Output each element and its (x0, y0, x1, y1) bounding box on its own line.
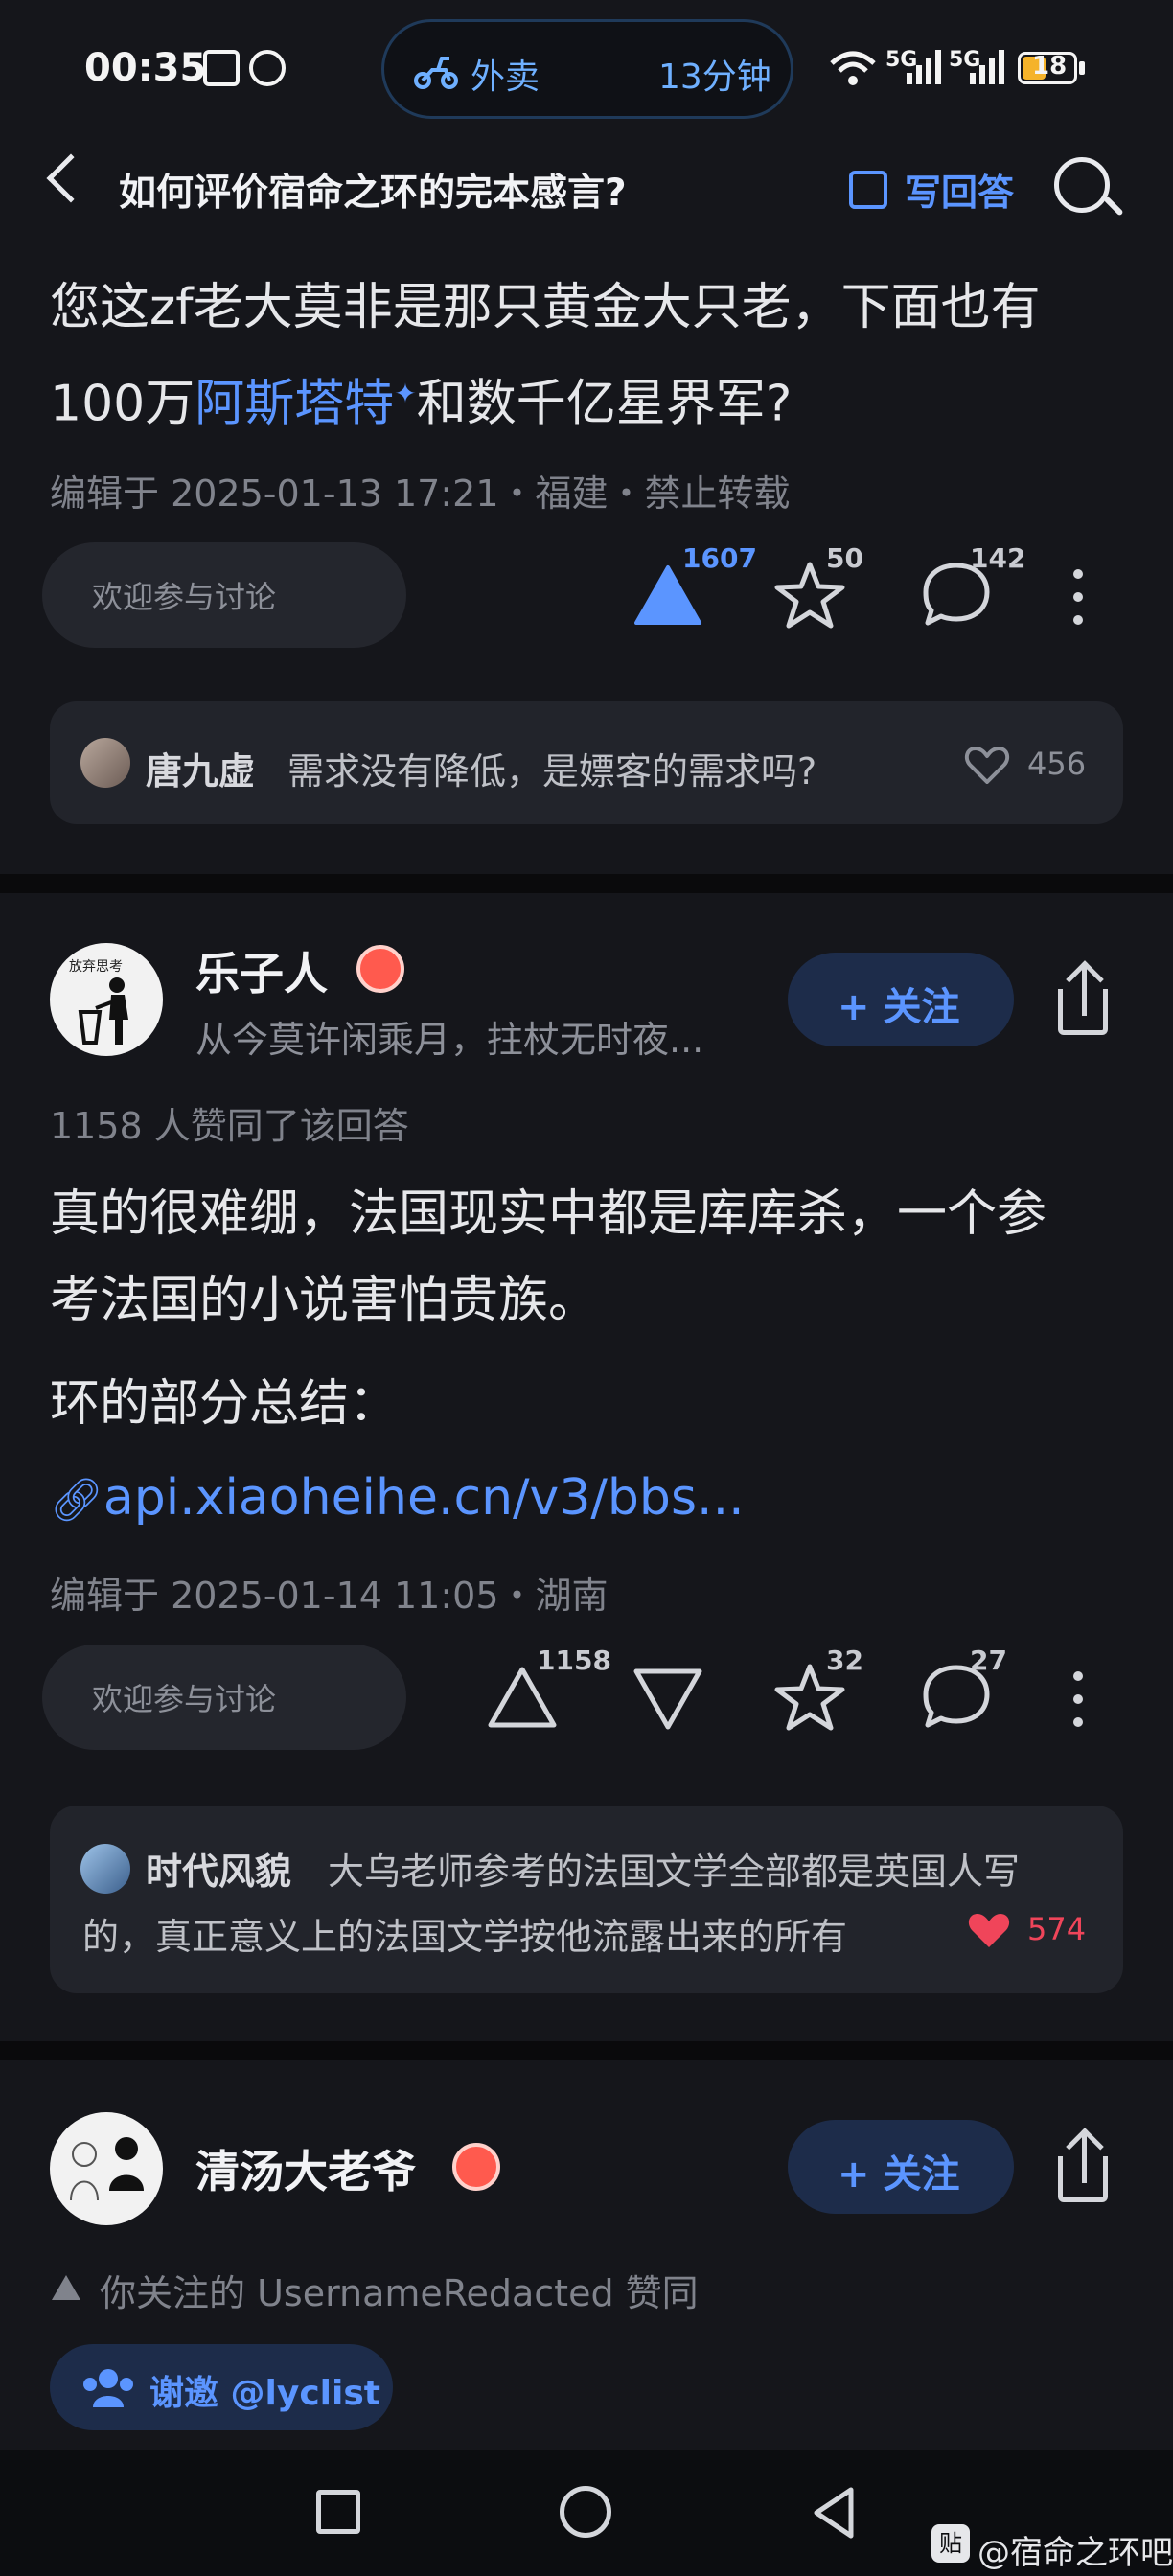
answer-1-comment-count: 142 (970, 542, 1026, 574)
commenter-avatar (80, 1844, 130, 1894)
comment-placeholder: 欢迎参与讨论 (92, 1681, 277, 1717)
follow-label: + 关注 (838, 2152, 960, 2196)
link-chain-icon: 🔗︎ (50, 1476, 104, 1525)
watermark-text: @宿命之环吧 (978, 2534, 1173, 2572)
answer-2-comment-input[interactable]: 欢迎参与讨论 (42, 1644, 406, 1750)
wifi-icon (830, 51, 876, 85)
recent-apps-button[interactable] (316, 2490, 360, 2534)
answer-2-favorite-count: 32 (826, 1644, 863, 1676)
avatar-figure-icon (109, 2137, 144, 2191)
external-link[interactable]: 🔗︎api.xiaoheihe.cn/v3/bbs... (50, 1455, 745, 1544)
avatar-sketch-icon (70, 2142, 99, 2201)
comment-text: 需求没有降低，是嫖客的需求吗? (288, 750, 817, 793)
scooter-icon (414, 57, 458, 89)
thumbs-up-badge-icon (356, 945, 404, 993)
astartes-link[interactable]: 阿斯塔特 (195, 375, 394, 432)
more-options-icon[interactable] (1073, 1671, 1083, 1740)
follow-button[interactable]: + 关注 (788, 953, 1014, 1046)
comment-text-line-2: 的，真正意义上的法国文学按他流露出来的所有 (82, 1916, 848, 1958)
external-link-text: api.xiaoheihe.cn/v3/bbs... (103, 1469, 745, 1527)
alarm-icon (249, 50, 286, 86)
author-bio: 从今莫许闲乘月，拄杖无时夜... (196, 1019, 704, 1061)
link-sparkle-icon: ✦ (394, 378, 417, 409)
more-options-icon[interactable] (1073, 569, 1083, 638)
comment-placeholder: 欢迎参与讨论 (92, 579, 277, 615)
followed-user-approval: 你关注的 UsernameRedacted 赞同 (100, 2272, 699, 2314)
answer-2-text-line-2: 考法国的小说害怕贵族。 (50, 1272, 599, 1329)
status-time: 00:35 (84, 46, 207, 90)
heart-filled-icon[interactable] (966, 1911, 1012, 1949)
edit-icon (849, 171, 887, 209)
search-icon[interactable] (1054, 157, 1110, 213)
answer-1-meta: 编辑于 2025-01-13 17:21・福建・禁止转载 (50, 472, 791, 515)
commenter-name: 唐九虚 (146, 750, 256, 793)
answer-2-featured-comment[interactable]: 时代风貌 大乌老师参考的法国文学全部都是英国人写 的，真正意义上的法国文学按他流… (50, 1806, 1123, 1993)
question-title[interactable]: 如何评价宿命之环的完本感言? (119, 163, 627, 217)
author-name[interactable]: 乐子人 (196, 939, 328, 1002)
section-divider (0, 874, 1173, 893)
commenter-name: 时代风貌 (146, 1851, 292, 1893)
battery-tip (1079, 61, 1085, 75)
signal-strength-2-icon (970, 50, 1004, 84)
answer-1-text-plain-2: 和数千亿星界军? (416, 375, 793, 433)
back-triangle-button[interactable] (809, 2484, 857, 2542)
tieba-badge-icon: 贴 (932, 2524, 970, 2563)
battery-percent: 18 (1032, 52, 1068, 80)
signal-strength-1-icon (907, 50, 941, 84)
answer-2-text-line-1: 真的很难绷，法国现实中都是库库杀，一个参 (50, 1185, 1047, 1243)
comment-like-count: 574 (1027, 1911, 1087, 1947)
back-arrow-icon[interactable] (46, 153, 96, 203)
search-icon-handle (1103, 196, 1124, 217)
answer-1-text-line-2: 100万阿斯塔特✦和数千亿星界军? (50, 351, 792, 447)
battery-icon: 18 (1018, 52, 1077, 84)
answer-2-comment-count: 27 (970, 1644, 1007, 1676)
answer-1-text-plain: 100万 (50, 375, 196, 433)
author-avatar[interactable]: 放弃思考 (50, 943, 163, 1056)
answer-2-meta: 编辑于 2025-01-14 11:05・湖南 (50, 1575, 609, 1617)
author-avatar[interactable] (50, 2112, 163, 2225)
answer-2-upvote-count: 1158 (537, 1644, 611, 1676)
answer-1-text-line-1: 您这zf老大莫非是那只黄金大只老，下面也有 (50, 279, 1041, 336)
invite-label: 谢邀 @lyclist (150, 2374, 380, 2413)
answer-1-upvote-count: 1607 (682, 542, 757, 574)
commenter-avatar (80, 738, 130, 788)
share-icon[interactable] (1058, 2128, 1112, 2206)
invite-people-icon (83, 2369, 133, 2407)
follow-button[interactable]: + 关注 (788, 2120, 1014, 2214)
answer-1-featured-comment[interactable]: 唐九虚 需求没有降低，是嫖客的需求吗? 456 (50, 702, 1123, 824)
share-icon[interactable] (1058, 960, 1112, 1039)
pill-label: 外卖 (471, 58, 540, 97)
answer-2-text-line-3: 环的部分总结： (50, 1375, 400, 1433)
pill-time: 13分钟 (658, 58, 771, 97)
heart-outline-icon[interactable] (964, 746, 1010, 784)
nfc-icon (203, 50, 240, 86)
comment-text-line-1: 大乌老师参考的法国文学全部都是英国人写 (328, 1851, 1021, 1893)
approval-count: 1158 人赞同了该回答 (50, 1105, 409, 1147)
answer-1-favorite-count: 50 (826, 542, 863, 574)
upvote-small-icon (52, 2275, 80, 2300)
home-button[interactable] (560, 2486, 611, 2538)
live-activity-pill[interactable]: 外卖 13分钟 (381, 19, 794, 119)
comment-like-count: 456 (1027, 746, 1087, 782)
downvote-icon[interactable] (632, 1668, 703, 1731)
invite-tag[interactable]: 谢邀 @lyclist (50, 2344, 393, 2430)
avatar-caption: 放弃思考 (69, 959, 123, 975)
avatar-figure-icon (78, 978, 128, 1045)
write-answer-button[interactable]: 写回答 (905, 163, 1014, 216)
section-divider (0, 2041, 1173, 2060)
answer-1-comment-input[interactable]: 欢迎参与讨论 (42, 542, 406, 648)
thumbs-up-badge-icon (452, 2143, 500, 2191)
author-name[interactable]: 清汤大老爷 (196, 2137, 416, 2200)
follow-label: + 关注 (838, 985, 960, 1029)
